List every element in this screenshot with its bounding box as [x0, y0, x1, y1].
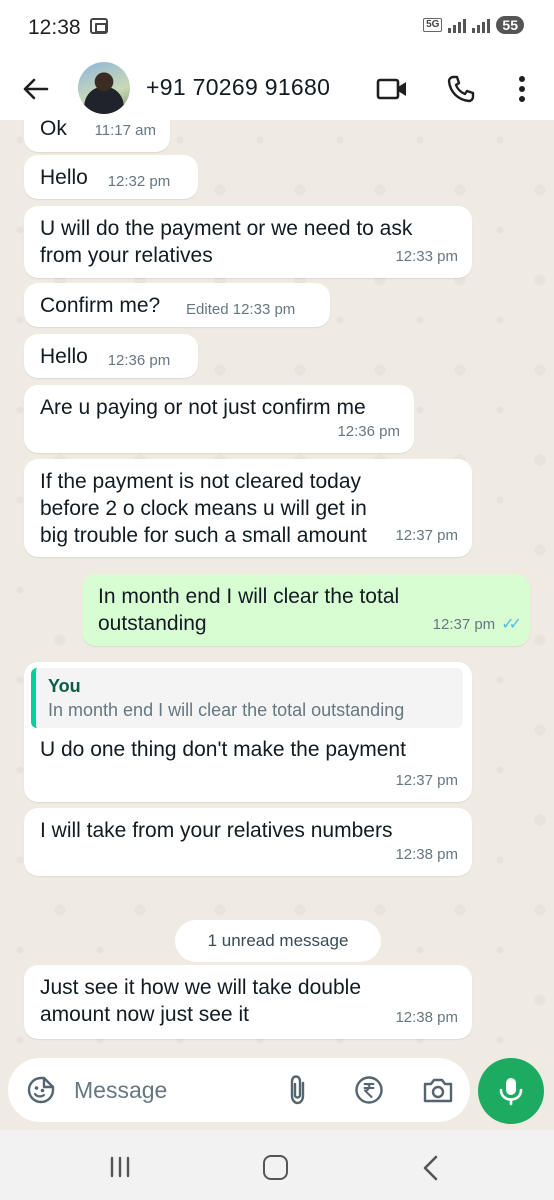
chat-messages[interactable]: Ok 11:17 am Hello 12:32 pm U will do the… [0, 120, 554, 1060]
message-text: If the payment is not cleared today befo… [40, 470, 367, 547]
message-bubble[interactable]: Just see it how we will take double amou… [24, 965, 472, 1039]
more-options-icon[interactable] [508, 74, 536, 104]
screen-cast-icon [90, 18, 108, 34]
signal-icon-2 [472, 17, 491, 33]
message-time: 12:33 pm [395, 248, 458, 265]
microphone-icon [499, 1078, 523, 1106]
status-indicators: 5G 55 [423, 16, 524, 34]
status-bar: 12:38 5G 55 [0, 0, 554, 58]
message-bubble-reply[interactable]: You In month end I will clear the total … [24, 662, 472, 802]
message-bubble[interactable]: Confirm me? Edited 12:33 pm [24, 283, 330, 327]
message-text: U do one thing don't make the payment [40, 738, 406, 761]
message-time: 11:17 am [94, 122, 156, 139]
message-bubble[interactable]: Hello 12:36 pm [24, 334, 198, 378]
emoji-sticker-icon[interactable] [26, 1075, 56, 1105]
message-time: 12:36 pm [107, 352, 171, 369]
message-text: U will do the payment or we need to ask … [40, 217, 413, 267]
video-call-icon[interactable] [376, 76, 408, 102]
message-time: 12:36 pm [337, 423, 400, 440]
message-bubble-outgoing[interactable]: In month end I will clear the total outs… [82, 574, 530, 646]
battery-indicator: 55 [496, 16, 524, 34]
home-icon[interactable] [263, 1155, 288, 1180]
message-time-text: 12:37 pm [432, 616, 496, 633]
message-text: Confirm me? [40, 294, 161, 317]
message-bubble[interactable]: Ok 11:17 am [24, 120, 170, 152]
message-text: Ok [40, 120, 67, 140]
message-bubble[interactable]: U will do the payment or we need to ask … [24, 206, 472, 278]
unread-messages-divider: 1 unread message [175, 920, 381, 962]
voice-message-button[interactable] [478, 1058, 544, 1124]
message-time: 12:38 pm [395, 846, 458, 863]
quoted-message[interactable]: You In month end I will clear the total … [31, 668, 463, 728]
message-time: Edited 12:33 pm [186, 301, 296, 318]
back-arrow-icon[interactable] [20, 74, 50, 104]
message-input[interactable] [74, 1070, 274, 1110]
contact-name[interactable]: +91 70269 91680 [146, 74, 330, 101]
message-text: Hello [40, 345, 88, 368]
rupee-payment-icon[interactable] [354, 1075, 384, 1105]
signal-icon [448, 17, 467, 33]
message-text: In month end I will clear the total outs… [98, 585, 400, 635]
message-time: 12:37 pm ✓✓ [432, 611, 522, 638]
camera-icon[interactable] [422, 1076, 454, 1104]
chat-header: +91 70269 91680 [0, 58, 554, 120]
phone-call-icon[interactable] [446, 74, 476, 104]
status-time: 12:38 [28, 16, 81, 39]
read-receipt-icon: ✓✓ [501, 616, 522, 633]
recent-apps-icon[interactable] [106, 1156, 134, 1178]
message-time: 12:32 pm [107, 173, 171, 190]
message-time: 12:37 pm [395, 527, 458, 544]
message-time: 12:38 pm [395, 1009, 458, 1026]
message-composer [8, 1058, 470, 1122]
attach-paperclip-icon[interactable] [284, 1073, 312, 1107]
nav-back-icon[interactable] [420, 1154, 440, 1182]
contact-avatar[interactable] [78, 62, 130, 114]
message-bubble[interactable]: If the payment is not cleared today befo… [24, 459, 472, 557]
message-bubble[interactable]: Hello 12:32 pm [24, 155, 198, 199]
quote-author: You [48, 676, 81, 696]
message-text: Hello [40, 166, 88, 189]
network-type: 5G [423, 18, 443, 32]
message-text: Just see it how we will take double amou… [40, 976, 361, 1026]
quote-text: In month end I will clear the total outs… [48, 700, 405, 720]
message-text: I will take from your relatives numbers [40, 819, 393, 842]
message-bubble[interactable]: Are u paying or not just confirm me 12:3… [24, 385, 414, 453]
message-text: Are u paying or not just confirm me [40, 396, 366, 419]
message-bubble[interactable]: I will take from your relatives numbers … [24, 808, 472, 876]
message-time: 12:37 pm [395, 772, 458, 789]
system-nav-bar [0, 1130, 554, 1200]
